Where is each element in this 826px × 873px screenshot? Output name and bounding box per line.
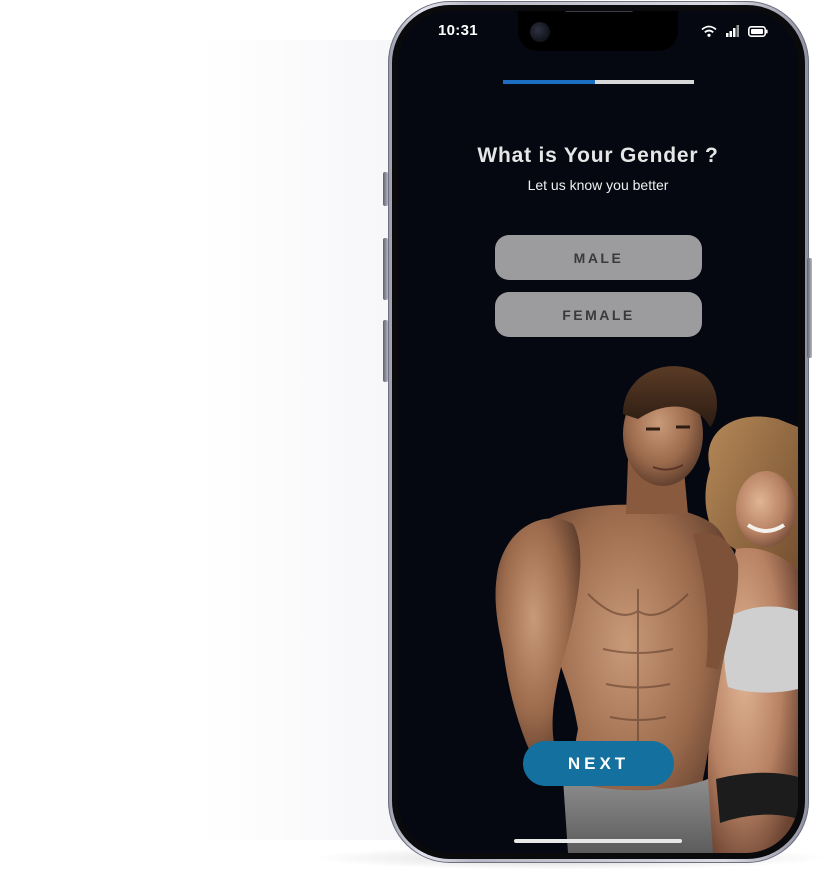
next-button[interactable]: NEXT	[523, 741, 674, 786]
onboarding-progress-bar	[503, 80, 694, 84]
silent-switch	[383, 172, 388, 206]
progress-fill	[503, 80, 595, 84]
front-camera	[530, 22, 550, 42]
volume-down-button	[383, 320, 388, 382]
male-option-button[interactable]: MALE	[495, 235, 702, 280]
page-subtitle: Let us know you better	[527, 177, 669, 193]
battery-icon	[748, 25, 768, 37]
page-title: What is Your Gender ?	[477, 144, 719, 167]
earpiece-speaker	[564, 11, 634, 12]
volume-up-button	[383, 238, 388, 300]
background-shadow	[200, 40, 400, 840]
wifi-icon	[701, 25, 717, 37]
signal-icon	[726, 25, 739, 37]
phone-screen: 10:31 What is Your Gender ? Let us know …	[398, 11, 798, 853]
mockup-stage: 10:31 What is Your Gender ? Let us know …	[0, 0, 826, 873]
home-indicator[interactable]	[514, 839, 682, 843]
status-time: 10:31	[438, 22, 478, 39]
status-icons	[701, 25, 768, 37]
power-button	[807, 258, 812, 358]
female-option-button[interactable]: FEMALE	[495, 292, 702, 337]
